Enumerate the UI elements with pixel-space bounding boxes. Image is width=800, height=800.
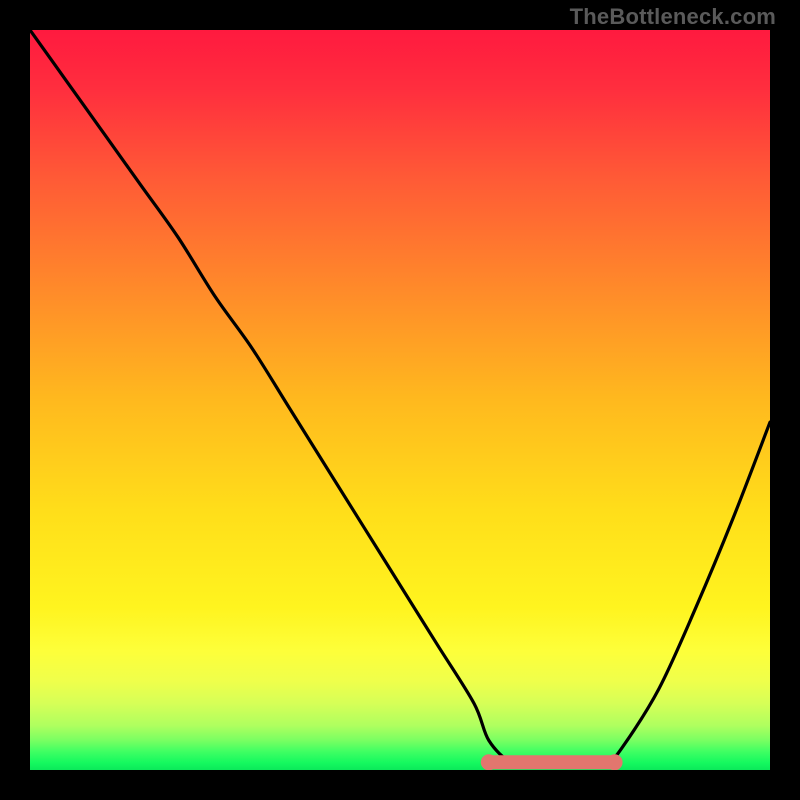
bottleneck-curve [30, 30, 770, 767]
watermark-text: TheBottleneck.com [570, 4, 776, 30]
chart-frame: TheBottleneck.com [0, 0, 800, 800]
flat-region-dot-left [481, 754, 497, 770]
curve-layer [30, 30, 770, 770]
plot-area [30, 30, 770, 770]
flat-region-dot-right [607, 754, 623, 770]
